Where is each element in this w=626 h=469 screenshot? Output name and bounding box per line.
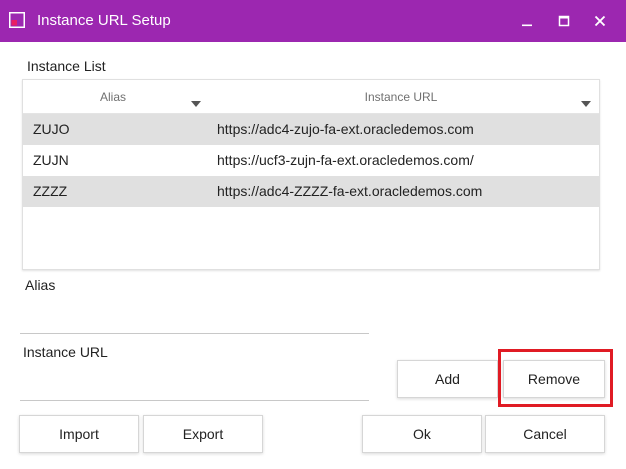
ok-button[interactable]: Ok [362,415,482,453]
column-header-instance-url[interactable]: Instance URL [203,80,599,113]
cell-alias: ZUJN [33,152,69,168]
cell-instance-url: https://adc4-zujo-fa-ext.oracledemos.com [217,121,474,137]
close-icon[interactable] [587,8,613,34]
cell-instance-url: https://ucf3-zujn-fa-ext.oracledemos.com… [217,152,474,168]
add-button[interactable]: Add [397,360,498,398]
minimize-icon[interactable] [514,8,540,34]
remove-button[interactable]: Remove [503,360,605,398]
caret-down-icon[interactable] [581,94,591,112]
column-header-alias[interactable]: Alias [23,80,203,113]
cell-instance-url: https://adc4-ZZZZ-fa-ext.oracledemos.com [217,183,483,199]
maximize-icon[interactable] [551,8,577,34]
export-button[interactable]: Export [143,415,263,453]
instance-list-label: Instance List [27,58,106,74]
table-row[interactable]: ZZZZ https://adc4-ZZZZ-fa-ext.oracledemo… [23,176,599,207]
alias-input[interactable] [20,306,369,334]
cell-alias: ZUJO [33,121,70,137]
instance-url-input[interactable] [20,373,369,401]
instance-url-label: Instance URL [23,344,108,360]
cell-alias: ZZZZ [33,183,68,199]
cancel-button[interactable]: Cancel [485,415,605,453]
import-button[interactable]: Import [19,415,139,453]
title-bar: Instance URL Setup [0,0,626,42]
table-row[interactable]: ZUJN https://ucf3-zujn-fa-ext.oracledemo… [23,145,599,176]
table-header: Alias Instance URL [23,80,599,114]
app-window-icon [9,12,25,28]
caret-down-icon[interactable] [191,94,201,112]
table-row[interactable]: ZUJO https://adc4-zujo-fa-ext.oracledemo… [23,114,599,179]
window-title: Instance URL Setup [37,12,171,29]
instance-table: Alias Instance URL ZUJO https://adc4-zuj… [22,79,600,270]
alias-label: Alias [25,277,56,293]
column-header-url-label: Instance URL [364,89,438,104]
column-header-alias-label: Alias [99,89,126,104]
